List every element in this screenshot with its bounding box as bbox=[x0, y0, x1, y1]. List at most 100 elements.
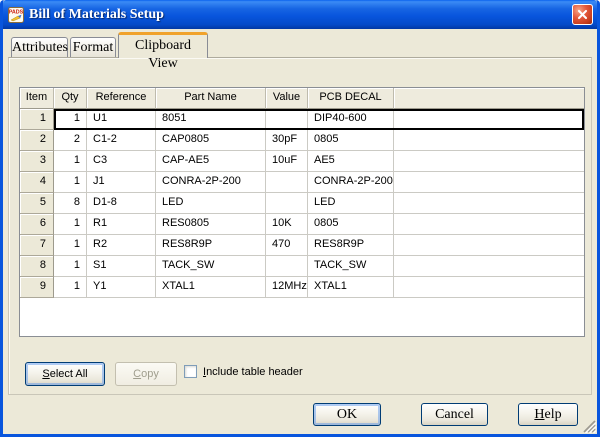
cell-reference: D1-8 bbox=[87, 193, 156, 214]
cell-pcb-decal: 0805 bbox=[308, 214, 394, 235]
cell-pcb-decal: XTAL1 bbox=[308, 277, 394, 298]
cell-part-name: RES0805 bbox=[156, 214, 266, 235]
cell-reference: S1 bbox=[87, 256, 156, 277]
row-body: 1 R2 RES8R9P 470 RES8R9P bbox=[54, 235, 584, 256]
cell-blank bbox=[394, 277, 584, 298]
tab-format[interactable]: Format bbox=[70, 37, 116, 57]
cell-item: 8 bbox=[20, 256, 54, 277]
row-body: 1 C3 CAP-AE5 10uF AE5 bbox=[54, 151, 584, 172]
resize-grip[interactable] bbox=[582, 419, 596, 433]
cell-part-name: CONRA-2P-200 bbox=[156, 172, 266, 193]
cancel-button[interactable]: Cancel bbox=[421, 403, 488, 426]
col-header-value[interactable]: Value bbox=[266, 88, 308, 109]
col-header-pcb-decal[interactable]: PCB DECAL bbox=[308, 88, 394, 109]
tab-attributes[interactable]: Attributes bbox=[11, 37, 68, 57]
cell-blank bbox=[394, 214, 584, 235]
include-table-header-label[interactable]: Include table header bbox=[203, 366, 303, 378]
cell-value: 470 bbox=[266, 235, 308, 256]
col-header-reference[interactable]: Reference bbox=[87, 88, 156, 109]
ok-button[interactable]: OK bbox=[313, 403, 381, 426]
cell-blank bbox=[394, 151, 584, 172]
row-body: 1 Y1 XTAL1 12MHz XTAL1 bbox=[54, 277, 584, 298]
cell-blank bbox=[394, 130, 584, 151]
cell-blank bbox=[394, 109, 584, 130]
cell-pcb-decal: AE5 bbox=[308, 151, 394, 172]
cell-qty: 1 bbox=[54, 151, 87, 172]
table-row[interactable]: 7 1 R2 RES8R9P 470 RES8R9P bbox=[20, 235, 584, 256]
cell-value bbox=[266, 109, 308, 130]
cell-reference: R2 bbox=[87, 235, 156, 256]
table-row[interactable]: 6 1 R1 RES0805 10K 0805 bbox=[20, 214, 584, 235]
tab-clipboard-view[interactable]: Clipboard View bbox=[118, 32, 208, 58]
col-header-part-name[interactable]: Part Name bbox=[156, 88, 266, 109]
cell-part-name: 8051 bbox=[156, 109, 266, 130]
table-row[interactable]: 1 1 U1 8051 DIP40-600 bbox=[20, 109, 584, 130]
cell-pcb-decal: RES8R9P bbox=[308, 235, 394, 256]
table-row[interactable]: 9 1 Y1 XTAL1 12MHz XTAL1 bbox=[20, 277, 584, 298]
cell-reference: C3 bbox=[87, 151, 156, 172]
include-table-header-checkbox[interactable] bbox=[184, 365, 197, 378]
cell-item: 3 bbox=[20, 151, 54, 172]
cell-reference: C1-2 bbox=[87, 130, 156, 151]
cell-qty: 1 bbox=[54, 277, 87, 298]
cell-item: 7 bbox=[20, 235, 54, 256]
cell-pcb-decal: 0805 bbox=[308, 130, 394, 151]
cell-item: 2 bbox=[20, 130, 54, 151]
copy-button[interactable]: Copy bbox=[115, 362, 177, 386]
bom-setup-dialog: PADS Bill of Materials Setup Attributes … bbox=[0, 0, 600, 437]
cell-qty: 1 bbox=[54, 235, 87, 256]
cell-reference: J1 bbox=[87, 172, 156, 193]
row-body: 1 U1 8051 DIP40-600 bbox=[54, 109, 584, 130]
cell-blank bbox=[394, 256, 584, 277]
bom-preview-table: Item Qty Reference Part Name Value PCB D… bbox=[19, 87, 585, 337]
cell-qty: 1 bbox=[54, 109, 87, 130]
table-row[interactable]: 2 2 C1-2 CAP0805 30pF 0805 bbox=[20, 130, 584, 151]
window-title: Bill of Materials Setup bbox=[29, 7, 164, 23]
col-header-qty[interactable]: Qty bbox=[54, 88, 87, 109]
cell-qty: 1 bbox=[54, 256, 87, 277]
cell-part-name: XTAL1 bbox=[156, 277, 266, 298]
row-body: 2 C1-2 CAP0805 30pF 0805 bbox=[54, 130, 584, 151]
row-body: 8 D1-8 LED LED bbox=[54, 193, 584, 214]
cell-value: 10K bbox=[266, 214, 308, 235]
cell-blank bbox=[394, 235, 584, 256]
cell-part-name: TACK_SW bbox=[156, 256, 266, 277]
cell-qty: 1 bbox=[54, 172, 87, 193]
row-body: 1 R1 RES0805 10K 0805 bbox=[54, 214, 584, 235]
cell-qty: 2 bbox=[54, 130, 87, 151]
col-header-item[interactable]: Item bbox=[20, 88, 54, 109]
table-row[interactable]: 4 1 J1 CONRA-2P-200 CONRA-2P-200 bbox=[20, 172, 584, 193]
cell-pcb-decal: LED bbox=[308, 193, 394, 214]
table-row[interactable]: 8 1 S1 TACK_SW TACK_SW bbox=[20, 256, 584, 277]
pads-app-icon: PADS bbox=[8, 7, 24, 23]
cell-blank bbox=[394, 193, 584, 214]
cell-part-name: CAP0805 bbox=[156, 130, 266, 151]
close-icon bbox=[577, 9, 588, 20]
cell-item: 4 bbox=[20, 172, 54, 193]
titlebar[interactable]: PADS Bill of Materials Setup bbox=[3, 0, 597, 29]
cell-value: 10uF bbox=[266, 151, 308, 172]
svg-text:PADS: PADS bbox=[9, 9, 24, 15]
row-body: 1 S1 TACK_SW TACK_SW bbox=[54, 256, 584, 277]
cell-part-name: LED bbox=[156, 193, 266, 214]
cell-reference: Y1 bbox=[87, 277, 156, 298]
close-button[interactable] bbox=[572, 4, 593, 25]
select-all-button[interactable]: Select All bbox=[25, 362, 105, 386]
cell-part-name: CAP-AE5 bbox=[156, 151, 266, 172]
cell-item: 9 bbox=[20, 277, 54, 298]
col-header-blank[interactable] bbox=[394, 88, 584, 109]
tab-strip: Attributes Format Clipboard View bbox=[11, 31, 208, 58]
cell-item: 6 bbox=[20, 214, 54, 235]
table-body: 1 1 U1 8051 DIP40-600 2 2 C1-2 CAP0805 3… bbox=[20, 109, 584, 298]
table-row[interactable]: 3 1 C3 CAP-AE5 10uF AE5 bbox=[20, 151, 584, 172]
cell-value bbox=[266, 172, 308, 193]
include-header-option: Include table header bbox=[184, 365, 303, 378]
cell-pcb-decal: CONRA-2P-200 bbox=[308, 172, 394, 193]
table-row[interactable]: 5 8 D1-8 LED LED bbox=[20, 193, 584, 214]
cell-item: 1 bbox=[20, 109, 54, 130]
cell-value bbox=[266, 193, 308, 214]
help-button[interactable]: Help bbox=[518, 403, 578, 426]
cell-pcb-decal: DIP40-600 bbox=[308, 109, 394, 130]
cell-reference: R1 bbox=[87, 214, 156, 235]
cell-value: 30pF bbox=[266, 130, 308, 151]
